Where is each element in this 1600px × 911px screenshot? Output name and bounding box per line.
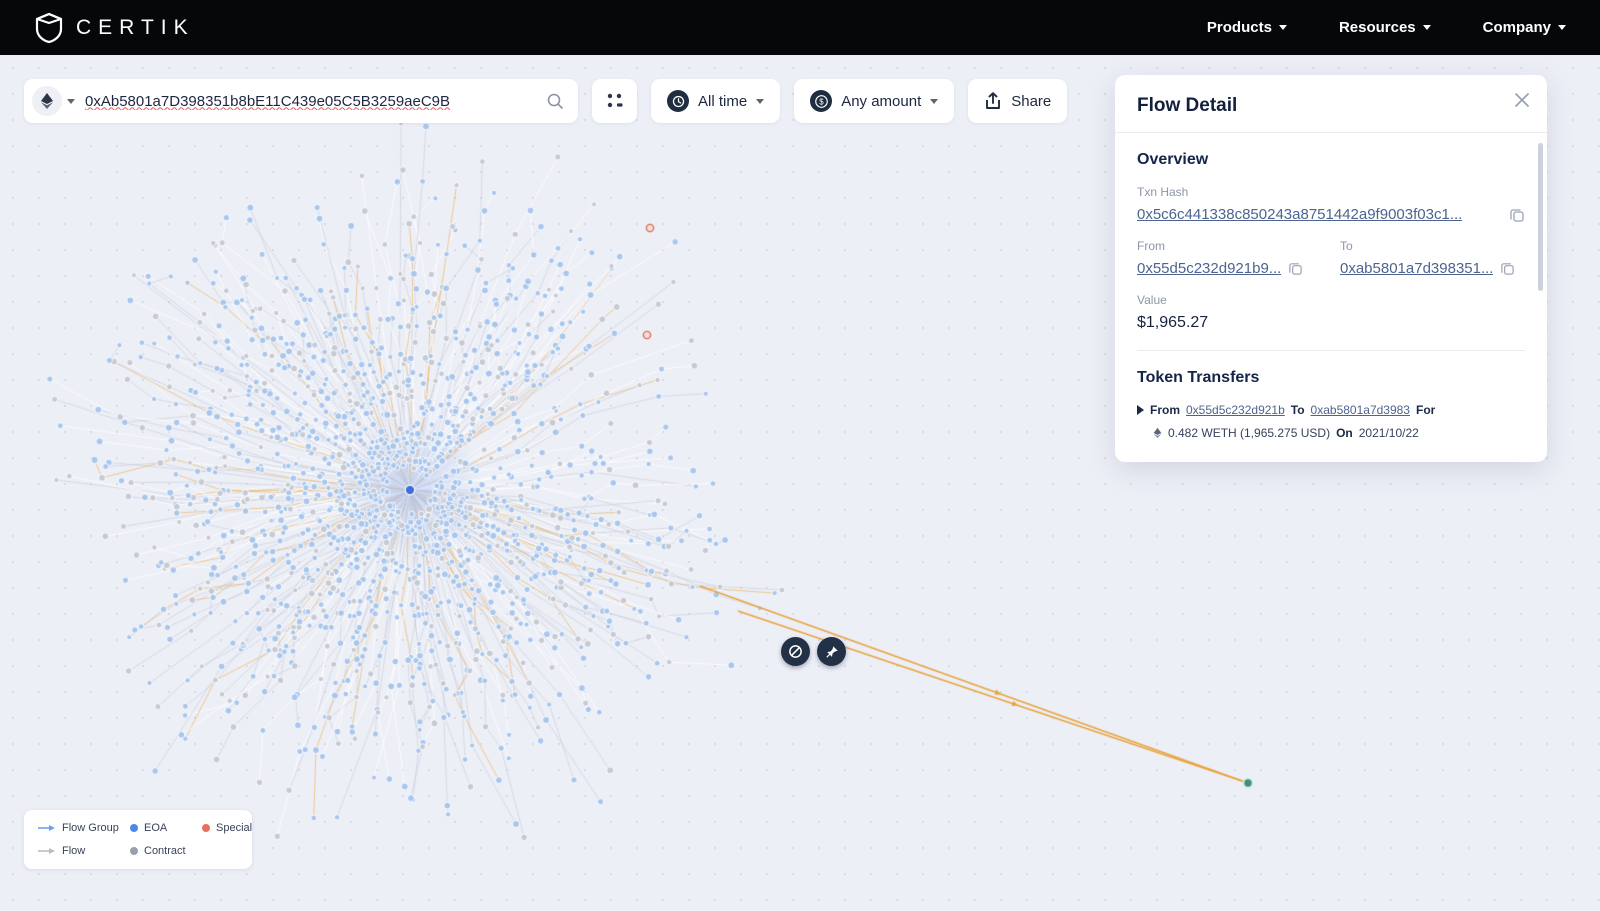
special-dot-icon (202, 824, 210, 832)
panel-scrollbar[interactable] (1538, 143, 1543, 291)
to-column: To 0xab5801a7d398351... (1340, 239, 1525, 277)
chevron-down-icon (1422, 25, 1431, 30)
toolbar: All time $ Any amount (24, 79, 1068, 123)
nav-resources-label: Resources (1338, 19, 1416, 36)
from-to-row: From 0x55d5c232d921b9... To 0xab5801a7d3… (1137, 239, 1525, 277)
amount-filter-button[interactable]: $ Any amount (794, 79, 955, 123)
txn-hash-label: Txn Hash (1137, 185, 1189, 199)
legend-flow-label: Flow (62, 845, 86, 857)
flow-detail-header: Flow Detail (1115, 75, 1547, 133)
chevron-down-icon (1558, 25, 1566, 30)
overview-section: Overview Txn Hash 0x5c6c441338c850243a87… (1115, 133, 1547, 351)
legend-flow-group: Flow Group (38, 822, 130, 834)
value-amount: $1,965.27 (1137, 314, 1209, 331)
transfer-row-amount: 0.482 WETH (1,965.275 USD) On 2021/10/22 (1153, 426, 1525, 440)
token-transfers-section: Token Transfers From 0x55d5c232d921b To … (1115, 351, 1547, 440)
legend-contract: Contract (130, 845, 202, 857)
amount-filter-label: Any amount (841, 92, 922, 110)
transfer-date: 2021/10/22 (1358, 426, 1419, 440)
copy-icon[interactable] (1509, 207, 1525, 223)
nav-menu: Products Resources Company (1207, 19, 1566, 36)
nav-company-label: Company (1482, 19, 1551, 36)
transfer-item: From 0x55d5c232d921b To 0xab5801a7d3983 … (1137, 403, 1525, 440)
flow-detail-panel: Flow Detail Overview Txn Hash 0x5c6c4413… (1115, 75, 1547, 462)
legend-eoa: EOA (130, 822, 202, 834)
chevron-down-icon (1278, 25, 1287, 30)
token-transfers-heading: Token Transfers (1137, 369, 1260, 386)
legend-contract-label: Contract (144, 845, 186, 857)
brand-home-link[interactable]: CERTIK (34, 12, 195, 44)
flow-detail-title: Flow Detail (1137, 95, 1238, 116)
chain-circle (32, 86, 62, 116)
share-button[interactable]: Share (968, 79, 1068, 123)
hide-circle-slash-icon (789, 645, 802, 658)
share-label: Share (1011, 92, 1052, 110)
transfer-row-summary: From 0x55d5c232d921b To 0xab5801a7d3983 … (1137, 403, 1525, 417)
chevron-down-icon (930, 98, 939, 104)
dollar-icon: $ (810, 90, 833, 112)
transfer-amount: 0.482 WETH (1,965.275 USD) (1168, 426, 1331, 440)
time-filter-button[interactable]: All time (651, 79, 781, 123)
transfer-for-label: For (1415, 403, 1436, 417)
txn-hash-link[interactable]: 0x5c6c441338c850243a8751442a9f9003f03c1.… (1137, 206, 1462, 223)
txn-hash-row: 0x5c6c441338c850243a8751442a9f9003f03c1.… (1137, 206, 1525, 223)
layout-mode-button[interactable] (592, 79, 637, 123)
nav-products-label: Products (1206, 19, 1272, 36)
legend-special: Special (202, 822, 260, 834)
expand-triangle-icon[interactable] (1137, 405, 1144, 415)
to-address-link[interactable]: 0xab5801a7d398351... (1340, 260, 1493, 277)
ethereum-icon (1153, 427, 1162, 439)
overview-heading: Overview (1137, 151, 1209, 168)
transfer-from-label: From (1150, 403, 1180, 417)
copy-icon[interactable] (1288, 261, 1303, 276)
legend-flow: Flow (38, 845, 130, 857)
from-address-link[interactable]: 0x55d5c232d921b9... (1137, 260, 1281, 277)
hide-node-button[interactable] (781, 637, 810, 666)
eoa-dot-icon (130, 824, 138, 832)
nav-company[interactable]: Company (1483, 19, 1566, 36)
legend-flow-group-label: Flow Group (62, 822, 119, 834)
transfer-on-label: On (1336, 426, 1353, 440)
share-icon (986, 91, 1001, 109)
search-icon[interactable] (546, 92, 564, 110)
chevron-down-icon (67, 98, 75, 104)
app-root: CERTIK Products Resources Company 0xAb58… (0, 0, 1600, 911)
from-label: From (1137, 239, 1165, 253)
flow-group-arrow-icon (38, 825, 55, 831)
brand-name: CERTIK (76, 15, 195, 39)
search-box (24, 79, 578, 123)
to-label: To (1340, 239, 1353, 253)
pin-node-button[interactable] (817, 637, 846, 666)
close-icon[interactable] (1512, 90, 1532, 110)
ethereum-icon (41, 93, 53, 109)
value-label: Value (1137, 293, 1167, 307)
pin-icon (825, 645, 838, 658)
time-filter-label: All time (698, 92, 748, 110)
legend-special-label: Special (216, 822, 253, 834)
chevron-down-icon (756, 98, 765, 104)
from-column: From 0x55d5c232d921b9... (1137, 239, 1322, 277)
top-navbar: CERTIK Products Resources Company (0, 0, 1600, 55)
graph-area: All time $ Any amount (0, 55, 1600, 911)
chain-select[interactable] (32, 86, 75, 116)
graph-layout-icon (607, 93, 622, 108)
graph-legend: Flow Group EOA Special Flow Contract (24, 810, 252, 869)
clock-icon (667, 90, 689, 112)
search-input[interactable] (83, 91, 538, 111)
transfer-to-label: To (1290, 403, 1305, 417)
legend-eoa-label: EOA (144, 822, 168, 834)
flow-arrow-icon (38, 848, 55, 854)
nav-resources[interactable]: Resources (1339, 19, 1431, 36)
transfer-to-link[interactable]: 0xab5801a7d3983 (1311, 403, 1410, 417)
nav-products[interactable]: Products (1207, 19, 1287, 36)
certik-shield-icon (35, 12, 63, 43)
contract-dot-icon (130, 847, 138, 855)
copy-icon[interactable] (1500, 261, 1515, 276)
svg-text:$: $ (819, 97, 824, 106)
transfer-from-link[interactable]: 0x55d5c232d921b (1186, 403, 1285, 417)
